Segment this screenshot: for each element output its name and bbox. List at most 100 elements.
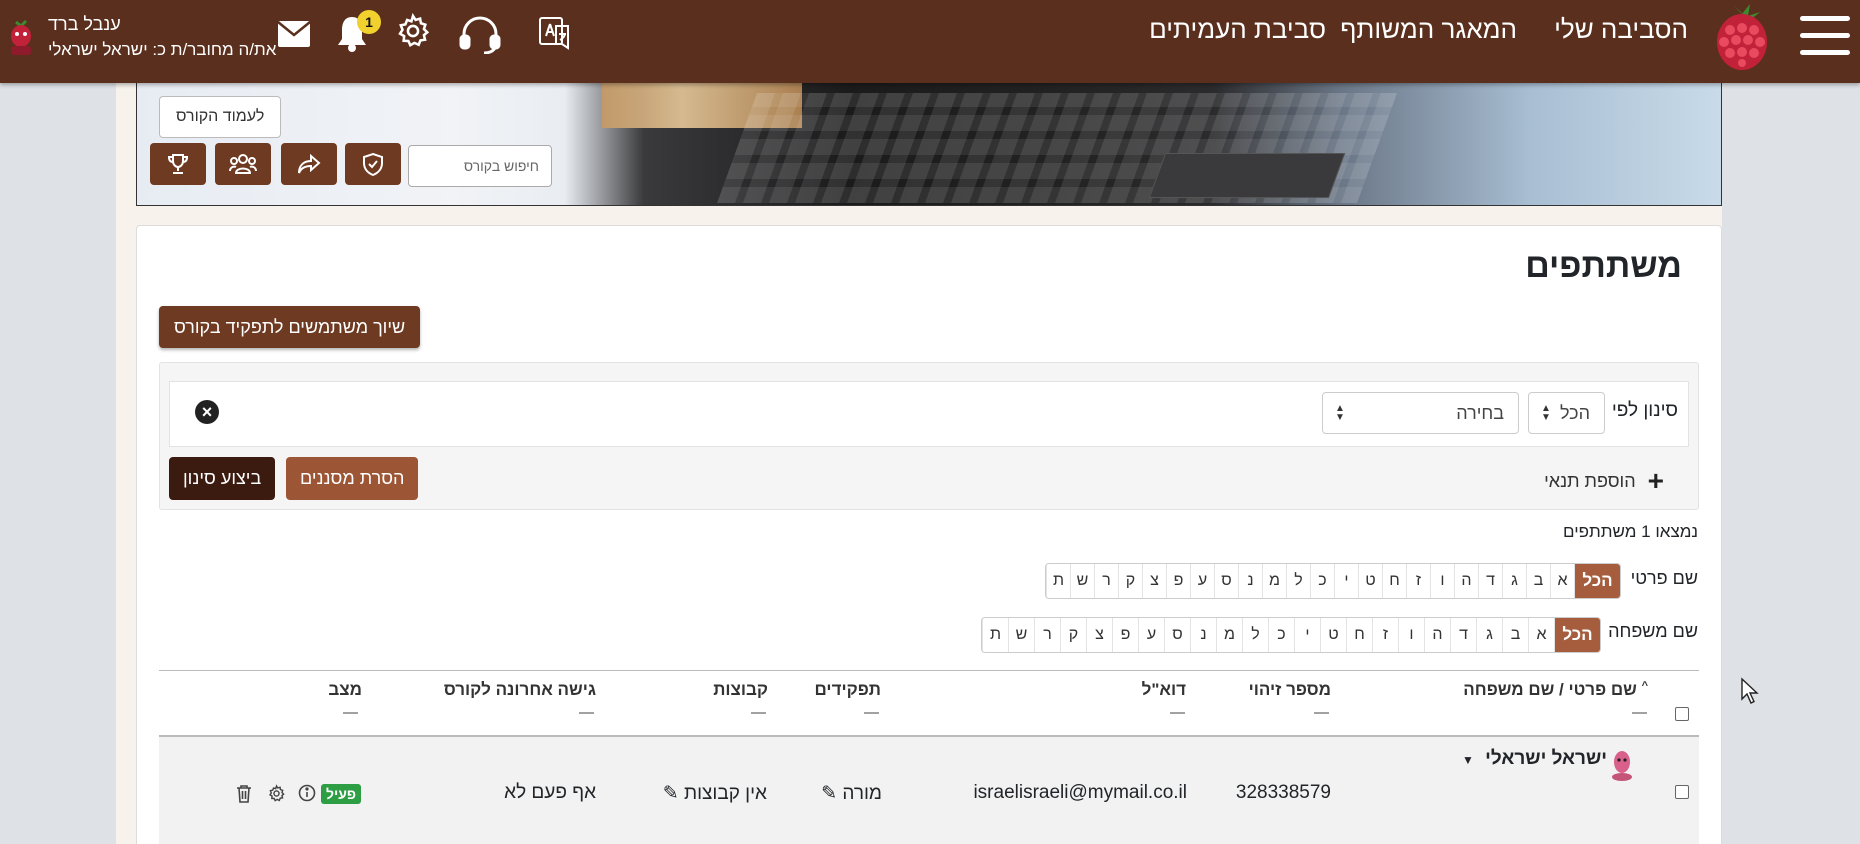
- firstname-initial-letter[interactable]: ב: [1526, 564, 1550, 598]
- firstname-initial-letter[interactable]: ו: [1430, 564, 1454, 598]
- col-lastaccess-collapse[interactable]: —: [579, 704, 594, 721]
- share-icon[interactable]: [281, 143, 337, 185]
- lastname-initial-letter[interactable]: ה: [1424, 618, 1450, 652]
- raspberry-logo[interactable]: [1712, 0, 1772, 72]
- firstname-initial-letter[interactable]: י: [1334, 564, 1358, 598]
- col-idnumber-header[interactable]: מספר זיהוי: [1249, 680, 1331, 700]
- firstname-initial-letter[interactable]: ה: [1454, 564, 1478, 598]
- participant-groups[interactable]: אין קבוצות ✎: [663, 782, 767, 805]
- translate-icon[interactable]: [532, 10, 576, 54]
- edit-pencil-icon[interactable]: ✎: [821, 783, 837, 804]
- firstname-initial-letter[interactable]: ג: [1502, 564, 1526, 598]
- col-idnumber-collapse[interactable]: —: [1314, 704, 1329, 721]
- edit-pencil-icon[interactable]: ✎: [663, 783, 679, 804]
- nav-link-my-environment[interactable]: הסביבה שלי: [1554, 14, 1688, 45]
- firstname-initial-letter[interactable]: פ: [1166, 564, 1190, 598]
- firstname-initials-bar: הכל א ב ג ד ה ו ז ח ט י כ ל מ נ ס ע פ צ ק ר ש ת: [1045, 563, 1621, 599]
- participant-name: ישראל ישראלי: [1485, 748, 1607, 769]
- lastname-initial-letter[interactable]: ע: [1138, 618, 1164, 652]
- col-roles-collapse[interactable]: —: [864, 704, 879, 721]
- firstname-initial-letter[interactable]: כ: [1310, 564, 1334, 598]
- firstname-initial-letter[interactable]: ז: [1406, 564, 1430, 598]
- lastname-initial-all[interactable]: הכל: [1554, 618, 1600, 652]
- firstname-initial-letter[interactable]: ת: [1046, 564, 1070, 598]
- participant-roles[interactable]: מורה ✎: [821, 782, 882, 805]
- firstname-initial-all[interactable]: הכל: [1574, 564, 1620, 598]
- firstname-initial-letter[interactable]: ש: [1070, 564, 1094, 598]
- firstname-initial-letter[interactable]: נ: [1238, 564, 1262, 598]
- col-email-header[interactable]: דוא"ל: [1142, 680, 1186, 700]
- lastname-initial-letter[interactable]: כ: [1268, 618, 1294, 652]
- lastname-initial-letter[interactable]: ר: [1034, 618, 1060, 652]
- lastname-initial-letter[interactable]: ב: [1502, 618, 1528, 652]
- lastname-initial-letter[interactable]: מ: [1216, 618, 1242, 652]
- participant-avatar[interactable]: [1610, 748, 1634, 782]
- firstname-initial-letter[interactable]: צ: [1142, 564, 1166, 598]
- firstname-initial-letter[interactable]: ק: [1118, 564, 1142, 598]
- match-type-select[interactable]: הכל ▲ ▼: [1528, 392, 1605, 434]
- firstname-initial-letter[interactable]: ד: [1478, 564, 1502, 598]
- nav-link-peers-environment[interactable]: סביבת העמיתים: [1149, 14, 1326, 45]
- clear-filters-button[interactable]: הסרת מסננים: [286, 457, 419, 500]
- col-status-header: מצב: [328, 680, 362, 699]
- lastname-initial-letter[interactable]: ד: [1450, 618, 1476, 652]
- select-all-checkbox[interactable]: [1675, 707, 1689, 721]
- lastname-initial-letter[interactable]: ג: [1476, 618, 1502, 652]
- lastname-initial-letter[interactable]: ש: [1008, 618, 1034, 652]
- add-condition-button[interactable]: + הוספת תנאי: [1544, 465, 1664, 497]
- plus-icon: +: [1647, 465, 1664, 496]
- lastname-initial-letter[interactable]: ת: [982, 618, 1008, 652]
- enrol-users-button[interactable]: שיוך משתמשים לתפקיד בקורס: [159, 306, 421, 348]
- firstname-initial-letter[interactable]: ר: [1094, 564, 1118, 598]
- col-lastaccess-header[interactable]: גישה אחרונה לקורס: [444, 680, 596, 700]
- firstname-initial-letter[interactable]: א: [1550, 564, 1574, 598]
- col-email-collapse[interactable]: —: [1170, 704, 1185, 721]
- trophy-icon[interactable]: [150, 143, 206, 185]
- lastname-initial-letter[interactable]: צ: [1086, 618, 1112, 652]
- lastname-initial-letter[interactable]: ט: [1320, 618, 1346, 652]
- shield-icon[interactable]: [345, 143, 401, 185]
- firstname-initial-letter[interactable]: ט: [1358, 564, 1382, 598]
- lastname-initial-letter[interactable]: נ: [1190, 618, 1216, 652]
- col-groups-collapse[interactable]: —: [751, 704, 766, 721]
- participant-role: מורה: [842, 783, 882, 804]
- col-status-collapse[interactable]: —: [343, 704, 358, 721]
- unenrol-trash-icon[interactable]: [233, 782, 255, 804]
- lastname-initial-letter[interactable]: ק: [1060, 618, 1086, 652]
- participant-name-link[interactable]: ישראל ישראלי ▼: [1462, 748, 1607, 770]
- firstname-initial-letter[interactable]: ל: [1286, 564, 1310, 598]
- nav-link-shared-repository[interactable]: המאגר המשותף: [1340, 14, 1517, 45]
- apply-filters-button[interactable]: ביצוע סינון: [169, 457, 276, 500]
- settings-gear-icon[interactable]: [391, 9, 435, 53]
- row-select-checkbox[interactable]: [1675, 785, 1689, 799]
- lastname-initial-letter[interactable]: י: [1294, 618, 1320, 652]
- firstname-initial-letter[interactable]: ח: [1382, 564, 1406, 598]
- col-name-collapse[interactable]: —: [1632, 704, 1647, 721]
- group-icon[interactable]: [215, 143, 271, 185]
- caret-down-icon[interactable]: ▼: [1462, 753, 1474, 767]
- lastname-initial-letter[interactable]: ז: [1372, 618, 1398, 652]
- firstname-initial-letter[interactable]: ס: [1214, 564, 1238, 598]
- filter-type-select[interactable]: בחירה ▲ ▼: [1322, 392, 1519, 434]
- lastname-initial-letter[interactable]: ל: [1242, 618, 1268, 652]
- col-name-header[interactable]: ^ שם פרטי / שם משפחה: [1463, 680, 1648, 700]
- firstname-initial-letter[interactable]: מ: [1262, 564, 1286, 598]
- course-page-button[interactable]: לעמוד הקורס: [159, 96, 282, 138]
- support-headset-icon[interactable]: [458, 12, 502, 56]
- enrolment-info-icon[interactable]: [296, 782, 318, 804]
- lastname-initial-letter[interactable]: ח: [1346, 618, 1372, 652]
- user-avatar[interactable]: [6, 18, 36, 58]
- remove-filter-row-icon[interactable]: ×: [195, 400, 219, 424]
- course-search-input[interactable]: חיפוש בקורס: [408, 145, 552, 187]
- messages-envelope-icon[interactable]: [272, 12, 316, 56]
- lastname-initial-letter[interactable]: ס: [1164, 618, 1190, 652]
- firstname-initial-letter[interactable]: ע: [1190, 564, 1214, 598]
- lastname-initial-letter[interactable]: פ: [1112, 618, 1138, 652]
- edit-enrolment-gear-icon[interactable]: [265, 782, 287, 804]
- table-header-border: [159, 670, 1699, 671]
- lastname-initial-letter[interactable]: א: [1528, 618, 1554, 652]
- hamburger-menu-icon[interactable]: [1800, 14, 1850, 58]
- sort-asc-icon: ^: [1641, 680, 1648, 692]
- lastname-initial-letter[interactable]: ו: [1398, 618, 1424, 652]
- user-name[interactable]: ענבל ברד: [48, 14, 121, 35]
